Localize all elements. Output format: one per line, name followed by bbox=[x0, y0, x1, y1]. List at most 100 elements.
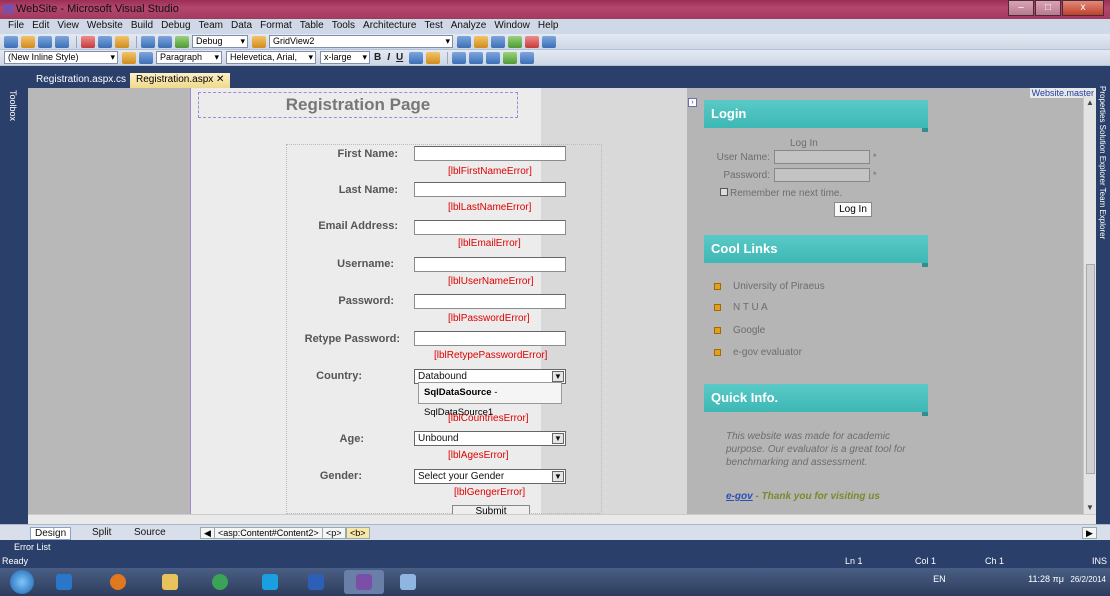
last-name-input[interactable] bbox=[414, 182, 566, 197]
scroll-left-icon[interactable]: ◀ bbox=[200, 527, 215, 539]
taskbar-app-icon[interactable] bbox=[44, 570, 84, 594]
foreground-color-icon[interactable] bbox=[409, 51, 424, 64]
insert-image-icon[interactable] bbox=[520, 51, 535, 64]
menu-architecture[interactable]: Architecture bbox=[359, 19, 420, 34]
source-view-button[interactable]: Source bbox=[130, 527, 170, 538]
email-input[interactable] bbox=[414, 220, 566, 235]
hyperlink-icon[interactable] bbox=[503, 51, 518, 64]
menu-data[interactable]: Data bbox=[227, 19, 256, 34]
minimize-button[interactable]: – bbox=[1008, 0, 1034, 16]
italic-button[interactable]: I bbox=[387, 52, 390, 63]
block-format-select[interactable]: Paragraph bbox=[156, 51, 222, 64]
scroll-up-icon[interactable]: ▲ bbox=[1086, 98, 1094, 107]
copy-icon[interactable] bbox=[98, 35, 112, 48]
right-panels[interactable]: Properties Solution Explorer Team Explor… bbox=[1096, 70, 1110, 270]
justify-icon[interactable] bbox=[452, 51, 467, 64]
toolbox-panel[interactable]: Toolbox bbox=[0, 70, 28, 518]
undo-icon[interactable] bbox=[141, 35, 155, 48]
find-target-select[interactable]: GridView2 bbox=[269, 35, 453, 48]
username-login-input[interactable] bbox=[774, 150, 870, 164]
visual-studio-taskbar-icon[interactable] bbox=[344, 570, 384, 594]
language-indicator[interactable]: EN bbox=[933, 574, 946, 584]
start-button-icon[interactable] bbox=[10, 570, 34, 594]
find-icon[interactable] bbox=[252, 35, 266, 48]
bold-button[interactable]: B bbox=[374, 52, 381, 63]
skype-icon[interactable] bbox=[250, 570, 290, 594]
password-input[interactable] bbox=[414, 294, 566, 309]
split-view-button[interactable]: Split bbox=[88, 527, 115, 538]
solution-explorer-icon[interactable] bbox=[457, 35, 471, 48]
properties-icon[interactable] bbox=[474, 35, 488, 48]
underline-button[interactable]: U bbox=[396, 52, 403, 63]
menu-table[interactable]: Table bbox=[296, 19, 328, 34]
firefox-icon[interactable] bbox=[98, 570, 138, 594]
login-button[interactable]: Log In bbox=[834, 202, 872, 217]
remember-checkbox[interactable] bbox=[720, 188, 728, 196]
tab-registration-cs[interactable]: Registration.aspx.cs bbox=[30, 73, 132, 88]
first-name-input[interactable] bbox=[414, 146, 566, 161]
extension-manager-icon[interactable] bbox=[525, 35, 539, 48]
chevron-down-icon[interactable]: ▼ bbox=[552, 471, 564, 482]
tab-registration-aspx[interactable]: Registration.aspx ✕ bbox=[130, 73, 231, 88]
menu-tools[interactable]: Tools bbox=[328, 19, 359, 34]
toolbox-icon[interactable] bbox=[508, 35, 522, 48]
paint-icon[interactable] bbox=[388, 570, 428, 594]
page-title[interactable]: Registration Page bbox=[198, 92, 518, 118]
gender-dropdown[interactable]: Select your Gender ▼ bbox=[414, 469, 566, 484]
start-debugging-icon[interactable] bbox=[175, 35, 189, 48]
close-button[interactable]: x bbox=[1062, 0, 1104, 16]
menu-analyze[interactable]: Analyze bbox=[447, 19, 491, 34]
menu-window[interactable]: Window bbox=[490, 19, 534, 34]
paste-icon[interactable] bbox=[115, 35, 129, 48]
menu-test[interactable]: Test bbox=[420, 19, 446, 34]
new-project-icon[interactable] bbox=[4, 35, 18, 48]
bulleted-list-icon[interactable] bbox=[486, 51, 501, 64]
link-ntua[interactable]: N T U A bbox=[714, 302, 768, 313]
maximize-button[interactable]: □ bbox=[1035, 0, 1061, 16]
object-browser-icon[interactable] bbox=[491, 35, 505, 48]
scroll-down-icon[interactable]: ▼ bbox=[1086, 503, 1094, 512]
menu-edit[interactable]: Edit bbox=[28, 19, 53, 34]
scroll-right-icon[interactable]: ▶ bbox=[1082, 527, 1097, 539]
font-size-select[interactable]: x-large bbox=[320, 51, 370, 64]
menu-format[interactable]: Format bbox=[256, 19, 296, 34]
close-tab-icon[interactable]: ✕ bbox=[216, 74, 224, 85]
explorer-icon[interactable] bbox=[150, 570, 190, 594]
menu-website[interactable]: Website bbox=[83, 19, 127, 34]
background-color-icon[interactable] bbox=[426, 51, 441, 64]
design-view-button[interactable]: Design bbox=[30, 527, 72, 540]
chrome-icon[interactable] bbox=[200, 570, 240, 594]
open-file-icon[interactable] bbox=[21, 35, 35, 48]
horizontal-scrollbar[interactable] bbox=[28, 514, 1096, 524]
breadcrumb-content[interactable]: <asp:Content#Content2> bbox=[214, 527, 323, 539]
numbered-list-icon[interactable] bbox=[469, 51, 484, 64]
egov-link[interactable]: e-gov bbox=[726, 491, 753, 502]
link-google[interactable]: Google bbox=[714, 325, 765, 336]
link-university-of-piraeus[interactable]: University of Piraeus bbox=[714, 281, 825, 292]
sql-datasource-control[interactable]: SqlDataSource - SqlDataSource1 bbox=[418, 382, 562, 418]
target-rule-icon[interactable] bbox=[139, 51, 153, 64]
redo-icon[interactable] bbox=[158, 35, 172, 48]
start-page-icon[interactable] bbox=[542, 35, 556, 48]
remember-me[interactable]: Remember me next time. bbox=[720, 188, 842, 199]
menu-file[interactable]: File bbox=[4, 19, 28, 34]
menu-debug[interactable]: Debug bbox=[157, 19, 194, 34]
clock-time[interactable]: 11:28 πμ bbox=[1028, 574, 1064, 584]
cut-icon[interactable] bbox=[81, 35, 95, 48]
menu-build[interactable]: Build bbox=[127, 19, 157, 34]
chevron-down-icon[interactable]: ▼ bbox=[552, 433, 564, 444]
username-input[interactable] bbox=[414, 257, 566, 272]
menu-help[interactable]: Help bbox=[534, 19, 563, 34]
breadcrumb-p[interactable]: <p> bbox=[322, 527, 346, 539]
password-login-input[interactable] bbox=[774, 168, 870, 182]
age-dropdown[interactable]: Unbound ▼ bbox=[414, 431, 566, 446]
solution-config-select[interactable]: Debug bbox=[192, 35, 248, 48]
save-icon[interactable] bbox=[38, 35, 52, 48]
scroll-thumb[interactable] bbox=[1086, 264, 1095, 474]
link-egov-evaluator[interactable]: e-gov evaluator bbox=[714, 347, 802, 358]
submit-button[interactable]: Submit bbox=[452, 505, 530, 514]
menu-view[interactable]: View bbox=[53, 19, 83, 34]
save-all-icon[interactable] bbox=[55, 35, 69, 48]
registration-table[interactable] bbox=[286, 144, 602, 514]
expand-marker-icon[interactable]: › bbox=[688, 98, 697, 107]
